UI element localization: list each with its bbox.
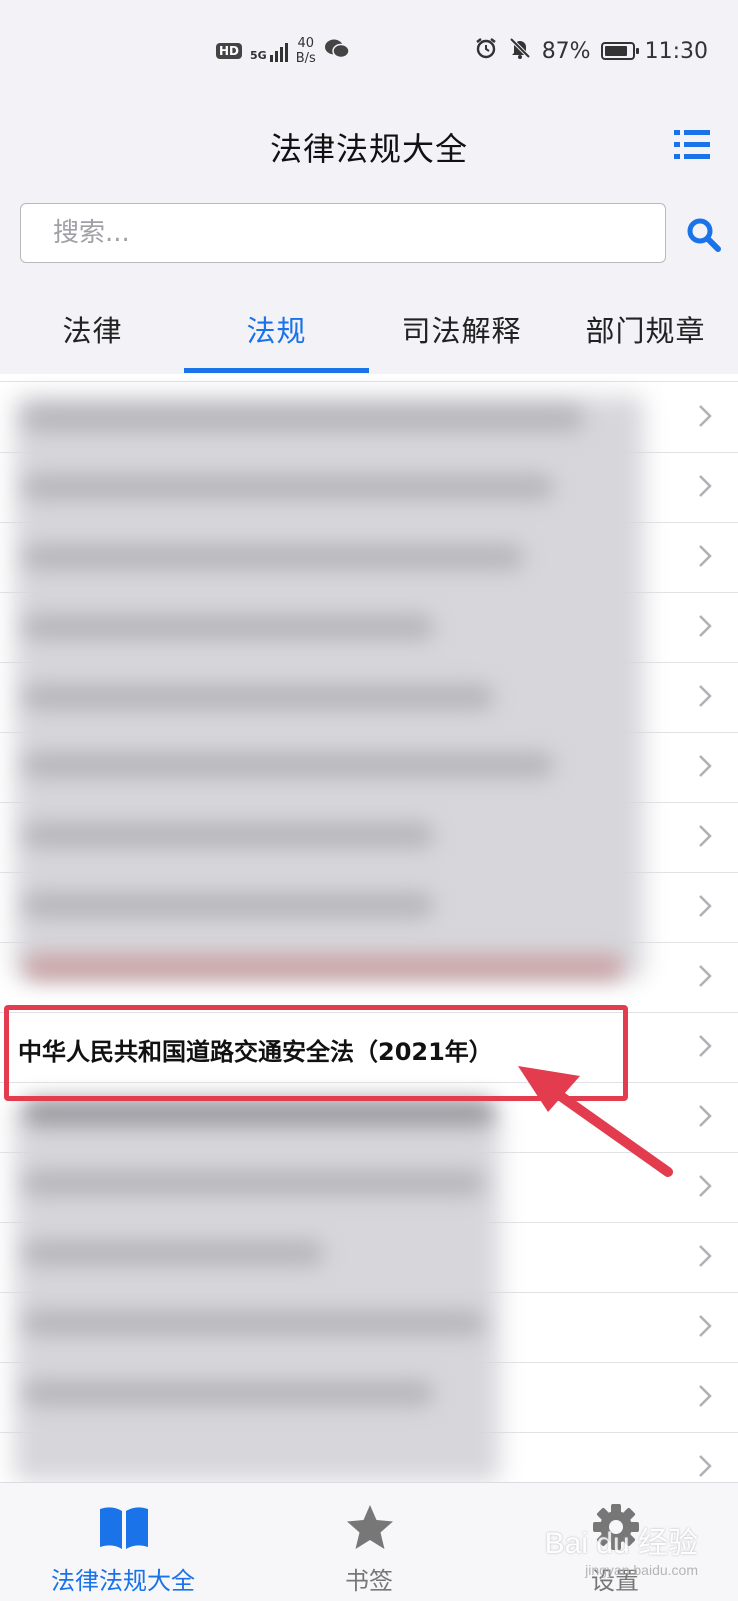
- chevron-right-icon: [699, 895, 712, 917]
- book-icon: [98, 1503, 150, 1551]
- search-input[interactable]: [20, 203, 666, 263]
- chevron-right-icon: [699, 1175, 712, 1197]
- status-left: HD 5G 40 B/s: [216, 36, 350, 66]
- chevron-right-icon: [699, 1245, 712, 1267]
- chevron-right-icon: [699, 1385, 712, 1407]
- list-item[interactable]: [0, 732, 738, 803]
- battery-icon: [600, 42, 639, 60]
- nav-bookmarks[interactable]: 书签: [246, 1483, 492, 1601]
- network-type: 5G: [250, 49, 267, 62]
- wechat-icon: [324, 38, 350, 65]
- list-item-title: 中华人民共和国道路交通安全法（2021年）: [18, 1038, 493, 1066]
- chevron-right-icon: [699, 405, 712, 427]
- list-item[interactable]: [0, 1082, 738, 1153]
- signal-icon: 5G: [250, 40, 288, 62]
- star-icon: [344, 1503, 396, 1551]
- app-header: 法律法规大全: [0, 110, 738, 180]
- list-item[interactable]: [0, 872, 738, 943]
- chevron-right-icon: [699, 755, 712, 777]
- list-item[interactable]: [0, 1432, 738, 1482]
- search-icon[interactable]: [684, 215, 724, 255]
- chevron-right-icon: [699, 825, 712, 847]
- chevron-right-icon: [699, 685, 712, 707]
- nav-settings[interactable]: 设置: [492, 1483, 738, 1601]
- nav-home[interactable]: 法律法规大全: [0, 1483, 246, 1601]
- mute-icon: [508, 36, 532, 66]
- tab-regulations[interactable]: 法规: [184, 308, 369, 350]
- battery-percent: 87%: [541, 38, 591, 64]
- gear-icon: [590, 1503, 642, 1551]
- chevron-right-icon: [699, 1035, 712, 1057]
- page-title: 法律法规大全: [269, 130, 468, 168]
- chevron-right-icon: [699, 1455, 712, 1477]
- chevron-right-icon: [699, 615, 712, 637]
- clock: 11:30: [644, 38, 708, 64]
- list-item[interactable]: [0, 1222, 738, 1293]
- hd-icon: HD: [216, 43, 243, 59]
- tab-department-rules[interactable]: 部门规章: [553, 308, 738, 350]
- active-tab-indicator: [184, 368, 369, 373]
- list-item[interactable]: [0, 1362, 738, 1433]
- list-item[interactable]: [0, 382, 738, 453]
- chevron-right-icon: [699, 965, 712, 987]
- tab-judicial-interpretations[interactable]: 司法解释: [369, 308, 554, 350]
- tab-laws[interactable]: 法律: [0, 308, 185, 350]
- alarm-icon: [474, 36, 498, 66]
- category-tabs: 法律 法规 司法解释 部门规章: [0, 282, 738, 374]
- chevron-right-icon: [699, 545, 712, 567]
- list-item[interactable]: [0, 452, 738, 523]
- chevron-right-icon: [699, 1105, 712, 1127]
- regulation-list: 中华人民共和国道路交通安全法（2021年）: [0, 374, 738, 1482]
- list-menu-icon[interactable]: [674, 130, 710, 160]
- network-speed: 40 B/s: [295, 36, 316, 66]
- status-bar: HD 5G 40 B/s 87% 11:30: [0, 0, 738, 100]
- list-item[interactable]: [0, 522, 738, 593]
- bottom-nav: 法律法规大全 书签 设置: [0, 1482, 738, 1601]
- chevron-right-icon: [699, 475, 712, 497]
- list-item[interactable]: [0, 942, 738, 1013]
- list-item[interactable]: [0, 662, 738, 733]
- status-right: 87% 11:30: [474, 36, 708, 66]
- chevron-right-icon: [699, 1315, 712, 1337]
- list-item-highlighted[interactable]: 中华人民共和国道路交通安全法（2021年）: [0, 1012, 738, 1083]
- list-item[interactable]: [0, 1292, 738, 1363]
- list-item[interactable]: [0, 802, 738, 873]
- list-item[interactable]: [0, 1152, 738, 1223]
- list-item[interactable]: [0, 592, 738, 663]
